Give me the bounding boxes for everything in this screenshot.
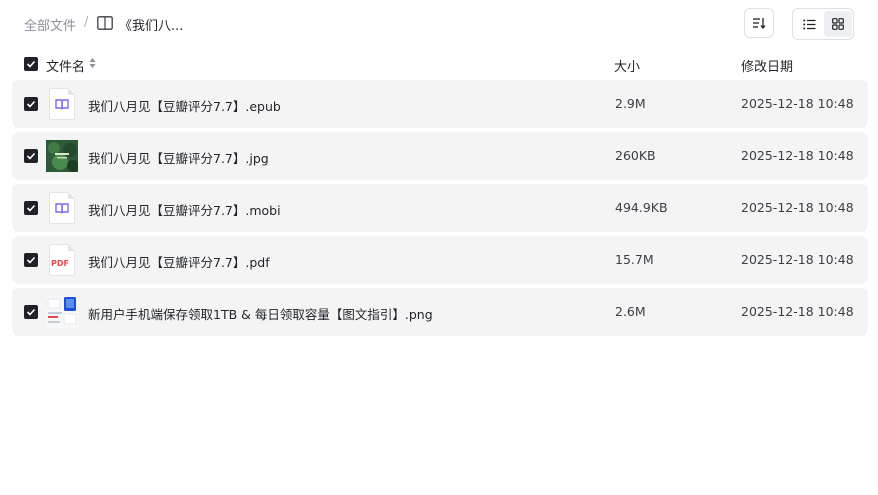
book-icon (97, 16, 113, 30)
file-row[interactable]: PDF 我们八月见【豆瓣评分7.7】.pdf 15.7M 2025-12-18 … (12, 236, 868, 284)
check-icon (26, 308, 36, 316)
pdf-file-icon: PDF (46, 244, 78, 276)
file-name[interactable]: 我们八月见【豆瓣评分7.7】.pdf (88, 252, 270, 271)
file-name[interactable]: 我们八月见【豆瓣评分7.7】.epub (88, 96, 281, 115)
view-toggle (792, 8, 854, 40)
image-thumbnail (46, 140, 79, 172)
sort-button[interactable] (744, 8, 774, 38)
check-icon (26, 60, 36, 68)
select-all-checkbox[interactable] (24, 57, 38, 71)
file-modified: 2025-12-18 10:48 (741, 304, 854, 319)
row-checkbox[interactable] (24, 305, 38, 319)
column-size-header[interactable]: 大小 (614, 56, 640, 75)
sort-toggle-icon[interactable] (89, 57, 96, 69)
list-icon (802, 19, 815, 29)
pdf-badge: PDF (51, 259, 69, 268)
file-name[interactable]: 我们八月见【豆瓣评分7.7】.mobi (88, 200, 281, 219)
check-icon (26, 204, 36, 212)
file-name[interactable]: 新用户手机端保存领取1TB & 每日领取容量【图文指引】.png (88, 304, 433, 323)
check-icon (26, 100, 36, 108)
top-bar: 全部文件 / 《我们八... (0, 0, 878, 48)
grid-view-button[interactable] (824, 11, 852, 37)
breadcrumb-root[interactable]: 全部文件 (24, 15, 76, 34)
row-checkbox[interactable] (24, 253, 38, 267)
file-list-header: 文件名 大小 修改日期 (0, 48, 878, 80)
check-icon (26, 256, 36, 264)
row-checkbox[interactable] (24, 149, 38, 163)
file-modified: 2025-12-18 10:48 (741, 252, 854, 267)
grid-icon (832, 18, 844, 30)
breadcrumb-current: 《我们八... (119, 19, 184, 34)
file-row[interactable]: 新用户手机端保存领取1TB & 每日领取容量【图文指引】.png 2.6M 20… (12, 288, 868, 336)
ebook-file-icon (46, 192, 78, 224)
file-size: 2.6M (615, 304, 646, 319)
file-size: 494.9KB (615, 200, 668, 215)
file-size: 15.7M (615, 252, 654, 267)
breadcrumb-separator: / (84, 15, 89, 30)
sort-icon (753, 18, 766, 29)
file-modified: 2025-12-18 10:48 (741, 148, 854, 163)
row-checkbox[interactable] (24, 201, 38, 215)
file-size: 2.9M (615, 96, 646, 111)
file-row[interactable]: 我们八月见【豆瓣评分7.7】.epub 2.9M 2025-12-18 10:4… (12, 80, 868, 128)
file-name[interactable]: 我们八月见【豆瓣评分7.7】.jpg (88, 148, 269, 167)
file-row[interactable]: 我们八月见【豆瓣评分7.7】.mobi 494.9KB 2025-12-18 1… (12, 184, 868, 232)
column-modified-header[interactable]: 修改日期 (741, 56, 793, 75)
file-size: 260KB (615, 148, 656, 163)
ebook-file-icon (46, 88, 78, 120)
file-modified: 2025-12-18 10:48 (741, 96, 854, 111)
column-name-header[interactable]: 文件名 (46, 56, 85, 75)
file-row[interactable]: 我们八月见【豆瓣评分7.7】.jpg 260KB 2025-12-18 10:4… (12, 132, 868, 180)
list-view-button[interactable] (795, 11, 823, 37)
row-checkbox[interactable] (24, 97, 38, 111)
check-icon (26, 152, 36, 160)
file-modified: 2025-12-18 10:48 (741, 200, 854, 215)
image-thumbnail (46, 296, 78, 328)
